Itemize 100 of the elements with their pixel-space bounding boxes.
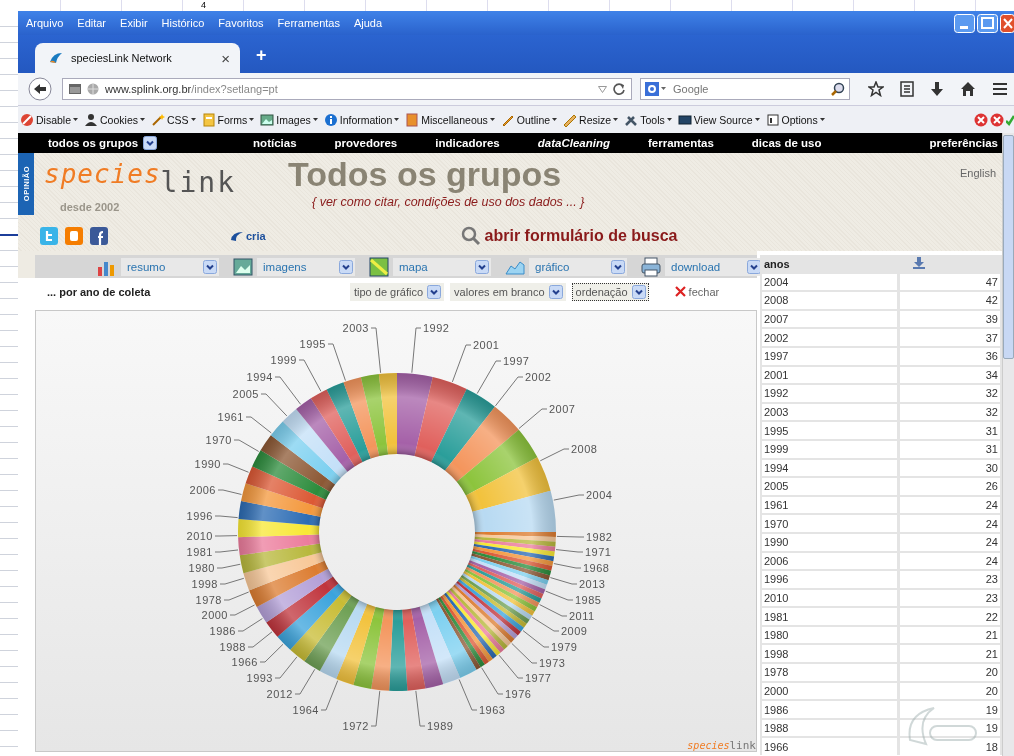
back-button[interactable] (28, 77, 54, 101)
home-icon[interactable] (960, 81, 976, 97)
error-icon[interactable] (990, 112, 1004, 127)
view-select[interactable]: imagens (257, 257, 355, 276)
caret-icon (139, 117, 145, 122)
table-cell: 1995 (762, 422, 897, 439)
leader-line (415, 690, 426, 727)
table-cell: 37 (900, 329, 1000, 346)
dropdown-icon[interactable] (598, 85, 607, 93)
table-cell: 19 (900, 719, 1000, 737)
minimize-button[interactable] (954, 14, 975, 33)
option-select[interactable]: tipo de gráfico (350, 282, 445, 301)
table-cell: 30 (900, 459, 1000, 477)
menu-item[interactable]: Editar (77, 17, 107, 29)
group-dropdown[interactable]: todos os grupos (48, 136, 158, 150)
scrollbar-thumb[interactable] (1003, 135, 1014, 359)
toolbar-menu[interactable]: Miscellaneous (405, 112, 495, 127)
table-cell: 24 (900, 496, 1000, 514)
tabs-icon (69, 84, 81, 94)
citation-link[interactable]: { ver como citar, condições de uso dos dados ... } (312, 195, 585, 209)
nav-link[interactable]: preferências (929, 137, 998, 149)
nav-link[interactable]: provedores (334, 137, 398, 149)
leader-line (247, 631, 273, 648)
toolbar-menu[interactable]: Outline (500, 112, 558, 127)
download-icon[interactable] (930, 81, 944, 97)
table-cell: 23 (900, 589, 1000, 607)
page-title: Todos os grupos (288, 155, 562, 193)
search-bar[interactable]: Google (640, 78, 850, 100)
search-form-link[interactable]: abrir formulário de busca (460, 226, 678, 246)
leader-line (233, 439, 260, 452)
nav-link[interactable]: ferramentas (648, 137, 714, 149)
close-icon (674, 286, 686, 297)
address-field[interactable]: www.splink.org.br/index?setlang=pt (62, 78, 632, 100)
search-icon[interactable] (831, 82, 845, 96)
facebook-icon[interactable] (90, 227, 108, 245)
toolbar-menu[interactable]: Resize (563, 112, 619, 127)
view-select[interactable]: gráfico (529, 257, 627, 276)
reload-icon[interactable] (613, 83, 625, 95)
slice-label: 1961 (217, 411, 244, 423)
option-select[interactable]: ordenação (571, 282, 649, 301)
table-cell: 2005 (762, 478, 897, 495)
menu-icon[interactable] (992, 82, 1008, 96)
table-cell: 32 (900, 385, 1000, 402)
new-tab-button[interactable]: + (250, 44, 273, 67)
search-engine-icon (645, 82, 667, 96)
view-select[interactable]: resumo (121, 257, 219, 276)
close-window-button[interactable] (1000, 14, 1014, 33)
close-panel-button[interactable]: fechar (674, 285, 720, 298)
nav-link[interactable]: dataCleaning (537, 137, 610, 149)
leader-line (555, 549, 584, 553)
menu-item[interactable]: Favoritos (218, 17, 264, 29)
leader-line (294, 668, 316, 695)
table-cell: 20 (900, 664, 1000, 681)
toolbar-menu[interactable]: Information (323, 112, 400, 127)
toolbar-menu[interactable]: Disable (20, 112, 79, 127)
table-cell: 20 (900, 682, 1000, 700)
slice-label: 2011 (569, 610, 595, 622)
table-cell: 18 (900, 738, 1000, 756)
view-select[interactable]: download (665, 257, 763, 276)
caret-icon (73, 117, 79, 122)
blogger-icon[interactable] (65, 227, 83, 245)
language-link[interactable]: English (959, 167, 996, 221)
browser-tab[interactable]: speciesLink Network × (35, 43, 240, 73)
leader-line (522, 630, 550, 648)
leader-line (458, 678, 478, 711)
menu-item[interactable]: Histórico (161, 17, 205, 29)
leader-line (274, 656, 298, 679)
menu-item[interactable]: Arquivo (26, 17, 64, 29)
search-icon (460, 226, 481, 246)
slice-label: 1990 (194, 458, 221, 470)
bookmark-star-icon[interactable] (868, 81, 884, 97)
table-cell: 1990 (762, 533, 897, 551)
toolbar-menu[interactable]: Cookies (84, 112, 145, 127)
toolbar-menu[interactable]: View Source (677, 112, 760, 127)
toolbar-menu[interactable]: Forms (201, 112, 255, 127)
slice-label: 1981 (186, 546, 213, 558)
toolbar-menu[interactable]: CSS (150, 112, 196, 127)
menu-item[interactable]: Exibir (120, 17, 148, 29)
menu-item[interactable]: Ferramentas (277, 17, 340, 29)
menu-item[interactable]: Ajuda (353, 17, 383, 29)
leader-line (370, 327, 382, 374)
toolbar-menu[interactable]: Images (260, 112, 318, 127)
nav-link[interactable]: indicadores (435, 137, 500, 149)
bookmarks-list-icon[interactable] (900, 81, 914, 97)
table-cell: 2000 (762, 682, 897, 700)
nav-link[interactable]: dicas de uso (751, 137, 822, 149)
table-cell: 19 (900, 701, 1000, 718)
box-icon (405, 112, 420, 127)
leader-line (259, 643, 284, 663)
partner-logo[interactable]: cria (230, 230, 266, 242)
view-select[interactable]: mapa (393, 257, 491, 276)
slice-label: 2010 (186, 530, 213, 542)
close-tab-button[interactable]: × (221, 49, 230, 67)
error-icon[interactable] (974, 112, 988, 127)
caret-icon (249, 117, 255, 122)
toolbar-menu[interactable]: Options (765, 112, 825, 127)
nav-link[interactable]: notícias (253, 137, 297, 149)
toolbar-menu[interactable]: Tools (624, 112, 672, 127)
maximize-button[interactable] (977, 14, 998, 33)
option-select[interactable]: valores em branco (450, 282, 566, 301)
